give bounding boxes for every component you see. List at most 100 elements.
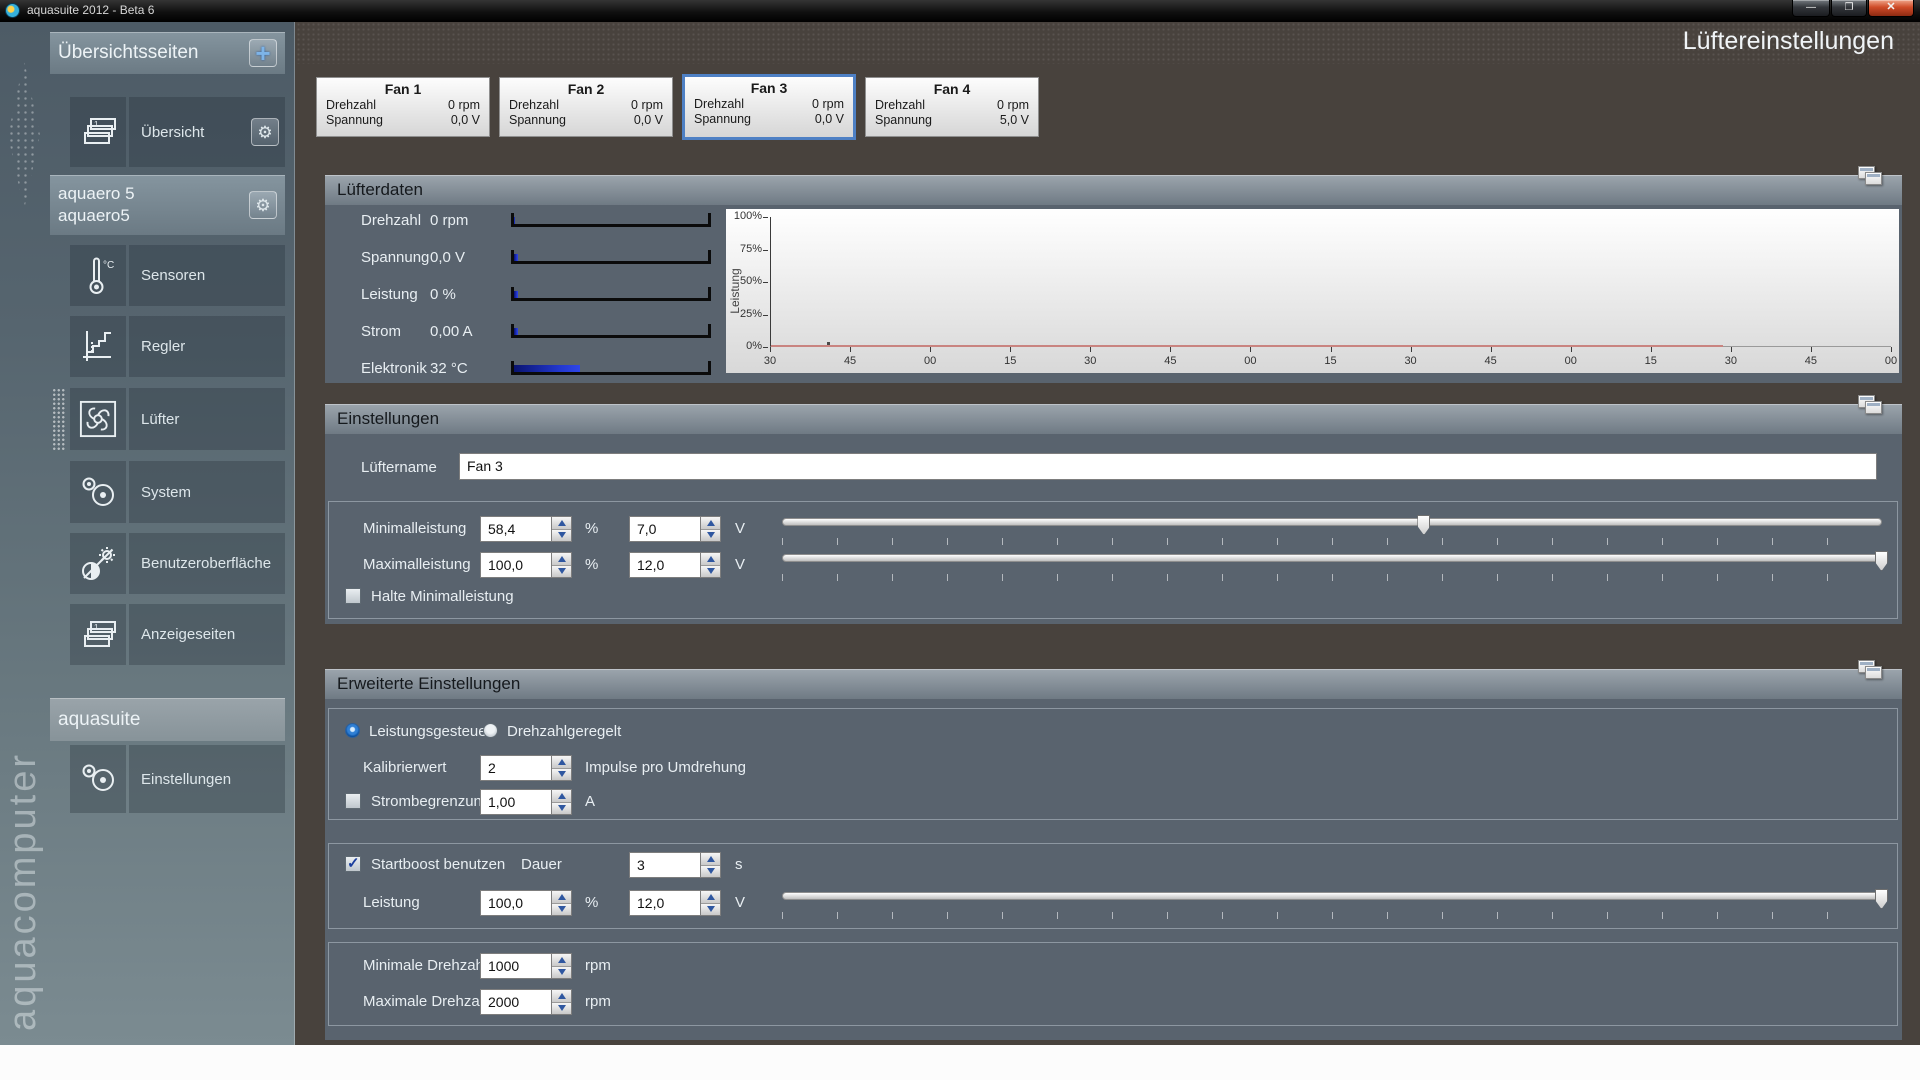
sidebar-item-sensoren[interactable]: °C Sensoren <box>70 245 285 306</box>
boost-percent-spinner[interactable]: 100,0 <box>480 890 572 916</box>
chart-plot-area <box>770 217 1891 347</box>
page-settings-button[interactable]: ⚙ <box>251 118 279 146</box>
fan-tab-2[interactable]: Fan 2 Drehzahl0 rpm Spannung0,0 V <box>499 77 673 137</box>
add-overview-page-button[interactable]: + <box>249 39 277 67</box>
spin-down-icon[interactable] <box>701 529 720 542</box>
startboost-checkbox[interactable] <box>345 856 361 872</box>
selected-item-dots <box>52 388 65 450</box>
window-title: aquasuite 2012 - Beta 6 <box>27 3 154 17</box>
spin-down-icon[interactable] <box>552 1002 571 1015</box>
sidebar-item-regler[interactable]: Regler <box>70 316 285 377</box>
mode-rpm-label[interactable]: Drehzahlgeregelt <box>507 723 621 740</box>
device-settings-button[interactable]: ⚙ <box>249 191 277 219</box>
mode-group: Leistungsgesteuert Drehzahlgeregelt Kali… <box>328 708 1898 820</box>
max-rpm-label: Maximale Drehzahl <box>363 993 491 1010</box>
max-power-volt-spinner[interactable]: 12,0 <box>629 552 721 578</box>
gear-icon: ⚙ <box>255 197 270 214</box>
slider-thumb[interactable] <box>1875 551 1888 571</box>
sidebar-item-label: Sensoren <box>141 267 279 284</box>
window-titlebar[interactable]: aquasuite 2012 - Beta 6 — ❐ ✕ <box>0 0 1920 22</box>
chart-y-ticks: 100%75%50%25%0% <box>726 217 768 347</box>
sidebar-item-uebersicht[interactable]: 1 Übersicht ⚙ <box>70 97 285 167</box>
spin-up-icon[interactable] <box>552 756 571 768</box>
sidebar-item-label: System <box>141 484 279 501</box>
spin-up-icon[interactable] <box>701 853 720 865</box>
spin-down-icon[interactable] <box>701 565 720 578</box>
cascade-windows-icon[interactable] <box>1858 660 1884 684</box>
spin-down-icon[interactable] <box>701 865 720 878</box>
boost-volt-spinner[interactable]: 12,0 <box>629 890 721 916</box>
spin-up-icon[interactable] <box>701 517 720 529</box>
unit-label: rpm <box>585 957 611 974</box>
spin-down-icon[interactable] <box>552 768 571 781</box>
duration-spinner[interactable]: 3 <box>629 852 721 878</box>
spin-down-icon[interactable] <box>552 966 571 979</box>
fan-tab-1[interactable]: Fan 1 Drehzahl0 rpm Spannung0,0 V <box>316 77 490 137</box>
metric-label: Strom <box>361 323 401 340</box>
sidebar-item-anzeigeseiten[interactable]: 1 Anzeigeseiten <box>70 604 285 665</box>
max-power-slider[interactable] <box>782 550 1882 580</box>
close-button[interactable]: ✕ <box>1868 0 1914 17</box>
svg-text:°C: °C <box>103 260 114 271</box>
dots-decoration <box>8 60 40 210</box>
gauge-elektronik <box>511 361 711 375</box>
hold-min-power-label: Halte Minimalleistung <box>371 588 514 605</box>
spin-down-icon[interactable] <box>701 903 720 916</box>
fan-name-label: Lüftername <box>361 459 437 476</box>
spin-down-icon[interactable] <box>552 529 571 542</box>
calibration-spinner[interactable]: 2 <box>480 755 572 781</box>
fan-name-input[interactable]: Fan 3 <box>459 453 1877 480</box>
spin-up-icon[interactable] <box>552 790 571 802</box>
gauge-leistung <box>511 287 711 301</box>
spin-up-icon[interactable] <box>701 891 720 903</box>
gears-icon <box>70 745 126 813</box>
mode-rpm-radio[interactable] <box>483 723 498 738</box>
boost-power-slider[interactable] <box>782 888 1882 918</box>
min-rpm-spinner[interactable]: 1000 <box>480 953 572 979</box>
spin-up-icon[interactable] <box>552 990 571 1002</box>
unit-label: % <box>585 894 598 911</box>
cascade-windows-icon[interactable] <box>1858 395 1884 419</box>
spin-up-icon[interactable] <box>552 553 571 565</box>
section-erweiterte-einstellungen: Erweiterte Einstellungen Leistungsgesteu… <box>325 669 1902 1040</box>
min-power-slider[interactable] <box>782 514 1882 544</box>
leistung-history-chart: Leistung 100%75%50%25%0% 304500153045001… <box>726 209 1899 373</box>
gear-icon: ⚙ <box>257 124 272 141</box>
max-power-percent-spinner[interactable]: 100,0 <box>480 552 572 578</box>
max-rpm-spinner[interactable]: 2000 <box>480 989 572 1015</box>
mode-power-radio[interactable] <box>345 723 360 738</box>
minimize-button[interactable]: — <box>1792 0 1830 17</box>
spin-up-icon[interactable] <box>552 517 571 529</box>
mode-power-label[interactable]: Leistungsgesteuert <box>369 723 496 740</box>
min-power-volt-spinner[interactable]: 7,0 <box>629 516 721 542</box>
spin-up-icon[interactable] <box>552 891 571 903</box>
pages-icon: 1 <box>70 97 126 167</box>
spin-up-icon[interactable] <box>701 553 720 565</box>
section-header: Erweiterte Einstellungen <box>325 669 1902 699</box>
metric-label: Spannung <box>361 249 429 266</box>
sidebar-item-benutzeroberflaeche[interactable]: Benutzeroberfläche <box>70 533 285 594</box>
gears-icon <box>70 461 126 523</box>
hold-min-power-checkbox[interactable] <box>345 588 361 604</box>
sidebar-item-einstellungen[interactable]: Einstellungen <box>70 745 285 813</box>
spin-down-icon[interactable] <box>552 802 571 815</box>
fan-tab-3-selected[interactable]: Fan 3 Drehzahl0 rpm Spannung0,0 V <box>682 74 856 140</box>
sidebar-header-aquasuite: aquasuite <box>50 698 285 741</box>
fan-tab-4[interactable]: Fan 4 Drehzahl0 rpm Spannung5,0 V <box>865 77 1039 137</box>
spin-down-icon[interactable] <box>552 565 571 578</box>
sidebar-item-luefter[interactable]: Lüfter <box>70 388 285 450</box>
slider-thumb[interactable] <box>1417 515 1430 535</box>
spin-down-icon[interactable] <box>552 903 571 916</box>
chart-data-marker <box>827 342 830 345</box>
maximize-button[interactable]: ❐ <box>1831 0 1867 17</box>
sidebar-item-system[interactable]: System <box>70 461 285 523</box>
metric-label: Leistung <box>361 286 418 303</box>
cascade-windows-icon[interactable] <box>1858 166 1884 190</box>
min-power-percent-spinner[interactable]: 58,4 <box>480 516 572 542</box>
current-limit-checkbox[interactable] <box>345 793 361 809</box>
slider-thumb[interactable] <box>1875 889 1888 909</box>
current-limit-spinner[interactable]: 1,00 <box>480 789 572 815</box>
spin-up-icon[interactable] <box>552 954 571 966</box>
sidebar-item-label: Anzeigeseiten <box>141 626 279 643</box>
sidebar-item-label: Lüfter <box>141 411 279 428</box>
